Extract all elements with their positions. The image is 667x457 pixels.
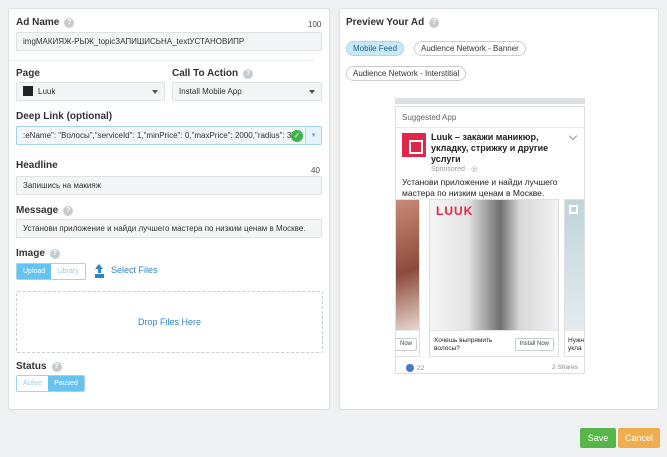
message-input[interactable]: Установи приложение и найди лучшего маст… (16, 219, 322, 238)
ad-name-counter: 100 (308, 20, 322, 29)
help-icon[interactable]: ? (243, 68, 254, 79)
luuk-logo-icon (402, 133, 426, 157)
ad-name-input[interactable]: imgМАКИЯЖ-РЫЖ_topicЗАПИШИСЬНА_textУСТАНО… (16, 32, 322, 51)
card-text: Хочешь выпрямить волосы? (434, 337, 493, 352)
carousel-card: Now (396, 199, 420, 357)
call-to-action-label: Call To Action? (172, 68, 254, 79)
ad-name-label: Ad Name? (16, 17, 75, 28)
upload-tab[interactable]: Upload (17, 264, 52, 279)
upload-icon (95, 264, 104, 275)
page-logo-icon (23, 85, 33, 96)
brand-mark-icon (569, 205, 578, 214)
status-paused-option[interactable]: Paused (48, 376, 84, 391)
preview-label: Preview Your Ad? (346, 17, 440, 28)
help-icon[interactable]: ? (63, 205, 74, 216)
headline-input[interactable]: Запишись на макияж (16, 176, 322, 195)
deep-link-input[interactable]: :eName": "Волосы","serviceId": 1,"minPri… (16, 126, 322, 145)
install-now-button[interactable]: Install Now (514, 338, 554, 351)
carousel-card: Нужн укла (564, 199, 584, 357)
headline-counter: 40 (311, 166, 320, 175)
card-image (565, 200, 584, 330)
call-to-action-value: Install Mobile App (179, 87, 242, 96)
headline-label: Headline (16, 160, 58, 171)
call-to-action-select[interactable]: Install Mobile App (172, 82, 322, 101)
card-footer: Нужн укла (565, 330, 584, 356)
select-files-button[interactable]: Select Files (95, 264, 158, 275)
card-image: LUUK (430, 200, 558, 330)
page-label: Page (16, 68, 40, 79)
deep-link-value: :eName": "Волосы","serviceId": 1,"minPri… (23, 131, 295, 140)
card-button[interactable]: Now (396, 338, 417, 351)
status-label: Status? (16, 361, 62, 372)
shares-count: 2 Shares (551, 364, 578, 371)
dropzone-label: Drop Files Here (137, 317, 202, 327)
file-dropzone[interactable]: Drop Files Here (16, 291, 323, 353)
card-footer: Хочешь выпрямить волосы? Install Now (430, 330, 558, 356)
ad-preview-card: Suggested App Luuk – закажи маникюр, укл… (395, 106, 585, 374)
sponsored-label: Sponsored · ◎ (431, 166, 478, 173)
page-select[interactable]: Luuk (16, 82, 165, 101)
tab-mobile-feed[interactable]: Mobile Feed (346, 41, 405, 56)
deep-link-label: Deep Link (optional) (16, 111, 113, 122)
page-select-value: Luuk (38, 87, 56, 96)
help-icon[interactable]: ? (49, 248, 60, 259)
help-icon[interactable]: ? (429, 17, 440, 28)
card-brand-logo: LUUK (436, 204, 474, 218)
image-source-toggle: Upload Library (16, 263, 86, 280)
tab-audience-network-banner[interactable]: Audience Network - Banner (414, 41, 526, 56)
select-files-label: Select Files (111, 264, 158, 275)
chevron-down-icon[interactable]: ▾ (305, 127, 321, 144)
message-label: Message? (16, 205, 74, 216)
likes-value: 22 (417, 364, 425, 372)
like-icon (406, 364, 414, 372)
chevron-down-icon (152, 89, 158, 94)
carousel-card: LUUK Хочешь выпрямить волосы? Install No… (429, 199, 559, 357)
card-image (396, 200, 419, 330)
status-toggle: Active Paused (16, 375, 85, 392)
image-label: Image? (16, 248, 60, 259)
save-button[interactable]: Save (580, 428, 616, 448)
suggested-app-label: Suggested App (402, 113, 457, 122)
help-icon[interactable]: ? (64, 17, 75, 28)
divider (8, 60, 314, 61)
preview-top-bar (395, 98, 585, 104)
ad-title: Luuk – закажи маникюр, укладку, стрижку … (431, 132, 549, 164)
status-active-option[interactable]: Active (17, 376, 49, 391)
tab-audience-network-interstitial[interactable]: Audience Network - Interstitial (346, 66, 467, 81)
card-footer: Now (396, 330, 419, 356)
help-icon[interactable]: ? (51, 361, 62, 372)
ad-body-text: Установи приложение и найди лучшего маст… (402, 177, 558, 198)
library-tab[interactable]: Library (51, 264, 85, 279)
likes-count: 22 (406, 364, 424, 372)
check-icon: ✓ (291, 130, 303, 142)
divider (396, 127, 584, 128)
card-text: Нужн укла (568, 337, 584, 352)
chevron-down-icon (309, 89, 315, 94)
cancel-button[interactable]: Cancel (618, 428, 660, 448)
